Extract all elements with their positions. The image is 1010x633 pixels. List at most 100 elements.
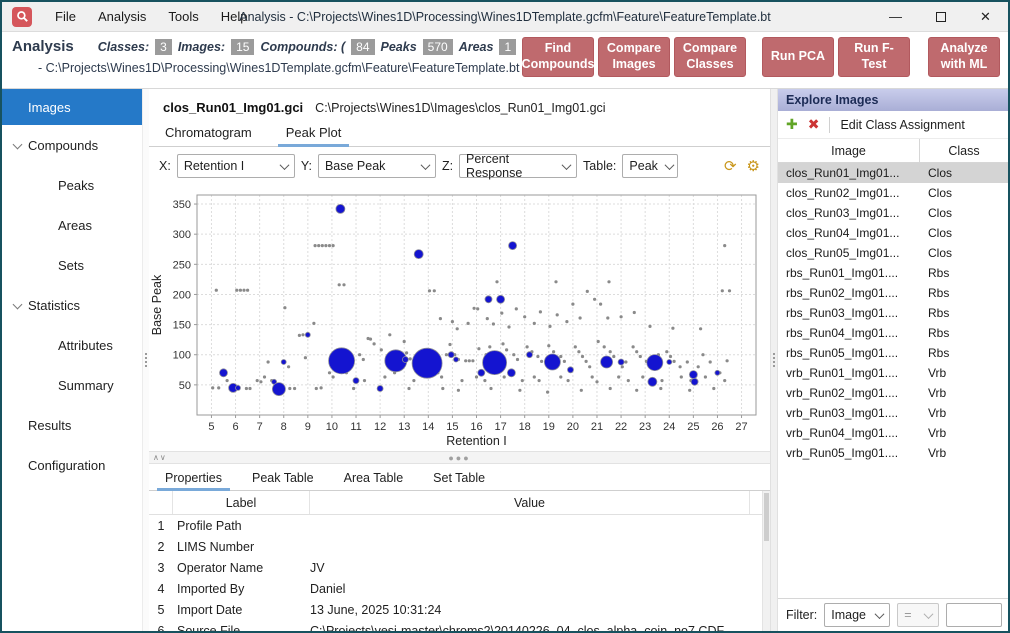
menu-analysis[interactable]: Analysis [87, 2, 157, 32]
y-axis-select[interactable]: Base Peak [318, 154, 436, 178]
horizontal-splitter[interactable]: ∧∨ ●●● [149, 451, 770, 464]
list-item[interactable]: rbs_Run01_Img01....Rbs [778, 263, 1008, 283]
compare-classes-button[interactable]: Compare Classes [674, 37, 746, 77]
sidebar-item-compounds[interactable]: Compounds [2, 125, 142, 165]
menu-file[interactable]: File [44, 2, 87, 32]
filter-field-select[interactable]: Image [824, 603, 890, 627]
table-row[interactable]: 5Import Date13 June, 2025 10:31:24 [149, 599, 762, 620]
class-name: Rbs [920, 266, 1008, 280]
stat-label: Images: [178, 40, 225, 54]
image-column-header[interactable]: Image [778, 139, 920, 162]
svg-text:12: 12 [374, 421, 386, 433]
table-row[interactable]: 6Source FileC:\Projects\vesi-master\chro… [149, 620, 762, 631]
tab-chromatogram[interactable]: Chromatogram [163, 121, 254, 146]
tab-set-table[interactable]: Set Table [431, 468, 487, 490]
list-item[interactable]: vrb_Run04_Img01....Vrb [778, 423, 1008, 443]
list-item[interactable]: clos_Run01_Img01...Clos [778, 163, 1008, 183]
sidebar-item-configuration[interactable]: Configuration [2, 445, 142, 485]
menu-help[interactable]: Help [210, 2, 259, 32]
add-image-icon[interactable]: ✚ [786, 116, 798, 133]
label-column-header: Label [173, 491, 310, 514]
peak-plot-chart[interactable]: 5678910111213141516171819202122232425262… [149, 185, 770, 451]
sidebar-item-summary[interactable]: Summary [2, 365, 142, 405]
z-axis-select[interactable]: Percent Response [459, 154, 577, 178]
table-row[interactable]: 2LIMS Number [149, 536, 762, 557]
svg-text:100: 100 [173, 350, 191, 362]
list-item[interactable]: clos_Run02_Img01...Clos [778, 183, 1008, 203]
list-item[interactable]: vrb_Run03_Img01....Vrb [778, 403, 1008, 423]
x-axis-select[interactable]: Retention I [177, 154, 295, 178]
list-item[interactable]: vrb_Run02_Img01....Vrb [778, 383, 1008, 403]
remove-image-icon[interactable]: ✖ [808, 116, 820, 133]
close-button[interactable]: ✕ [963, 2, 1008, 32]
compare-images-button[interactable]: Compare Images [598, 37, 670, 77]
navigation-sidebar: ImagesCompoundsPeaksAreasSetsStatisticsA… [2, 89, 142, 631]
class-name: Rbs [920, 286, 1008, 300]
gear-icon[interactable]: ⚙ [747, 159, 760, 174]
analyze-with-ml-button[interactable]: Analyze with ML [928, 37, 1000, 77]
class-column-header[interactable]: Class [920, 139, 1008, 162]
refresh-icon[interactable]: ⟳ [724, 159, 737, 174]
row-number: 6 [149, 624, 173, 632]
edit-class-assignment-button[interactable]: Edit Class Assignment [840, 118, 964, 132]
list-item[interactable]: clos_Run04_Img01...Clos [778, 223, 1008, 243]
sidebar-item-attributes[interactable]: Attributes [2, 325, 142, 365]
y-axis-label: Y: [301, 159, 312, 173]
table-select[interactable]: Peak [622, 154, 678, 178]
list-item[interactable]: rbs_Run02_Img01....Rbs [778, 283, 1008, 303]
list-item[interactable]: rbs_Run03_Img01....Rbs [778, 303, 1008, 323]
list-item[interactable]: vrb_Run01_Img01....Vrb [778, 363, 1008, 383]
collapse-expand-icon[interactable]: ∧∨ [153, 453, 167, 462]
list-item[interactable]: vrb_Run05_Img01....Vrb [778, 443, 1008, 463]
table-row[interactable]: 1Profile Path [149, 515, 762, 536]
stat-label: Areas [459, 40, 494, 54]
run-pca-button[interactable]: Run PCA [762, 37, 834, 77]
maximize-button[interactable] [918, 2, 963, 32]
find-compounds-button[interactable]: Find Compounds [522, 37, 594, 77]
menu-tools[interactable]: Tools [157, 2, 209, 32]
sidebar-item-results[interactable]: Results [2, 405, 142, 445]
sidebar-item-label: Configuration [28, 458, 105, 473]
filter-operator-select[interactable]: = [897, 603, 939, 627]
class-name: Rbs [920, 326, 1008, 340]
svg-text:27: 27 [735, 421, 747, 433]
sidebar-item-sets[interactable]: Sets [2, 245, 142, 285]
peaks-minor [211, 244, 731, 394]
sidebar-splitter[interactable] [142, 89, 149, 631]
sidebar-item-peaks[interactable]: Peaks [2, 165, 142, 205]
class-name: Rbs [920, 346, 1008, 360]
filter-value-input[interactable] [946, 603, 1002, 627]
image-name: rbs_Run04_Img01.... [786, 326, 920, 340]
table-row[interactable]: 3Operator NameJV [149, 557, 762, 578]
sidebar-item-areas[interactable]: Areas [2, 205, 142, 245]
chevron-down-icon [664, 160, 674, 170]
panel-splitter[interactable] [770, 89, 778, 631]
property-label: Import Date [173, 603, 310, 617]
row-number: 3 [149, 561, 173, 575]
class-name: Clos [920, 166, 1008, 180]
property-label: Imported By [173, 582, 310, 596]
action-buttons: Find CompoundsCompare ImagesCompare Clas… [522, 37, 1000, 77]
class-name: Clos [920, 226, 1008, 240]
sidebar-item-statistics[interactable]: Statistics [2, 285, 142, 325]
list-item[interactable]: clos_Run05_Img01...Clos [778, 243, 1008, 263]
list-item[interactable]: rbs_Run04_Img01....Rbs [778, 323, 1008, 343]
properties-scrollbar[interactable] [762, 491, 770, 631]
list-item[interactable]: clos_Run03_Img01...Clos [778, 203, 1008, 223]
minimize-button[interactable]: — [873, 2, 918, 32]
explore-toolbar: ✚ ✖ Edit Class Assignment [778, 111, 1008, 138]
svg-text:300: 300 [173, 229, 191, 241]
image-name: clos_Run05_Img01... [786, 246, 920, 260]
sidebar-item-images[interactable]: Images [2, 89, 142, 125]
table-row[interactable]: 4Imported ByDaniel [149, 578, 762, 599]
menu-bar: FileAnalysisToolsHelp [44, 2, 258, 32]
tab-peak-plot[interactable]: Peak Plot [284, 121, 344, 146]
image-name: rbs_Run03_Img01.... [786, 306, 920, 320]
tab-properties[interactable]: Properties [163, 468, 224, 490]
svg-text:13: 13 [398, 421, 410, 433]
tab-peak-table[interactable]: Peak Table [250, 468, 316, 490]
run-f-test-button[interactable]: Run F-Test [838, 37, 910, 77]
tab-area-table[interactable]: Area Table [342, 468, 406, 490]
list-item[interactable]: rbs_Run05_Img01....Rbs [778, 343, 1008, 363]
stat-badge: 3 [155, 39, 172, 55]
